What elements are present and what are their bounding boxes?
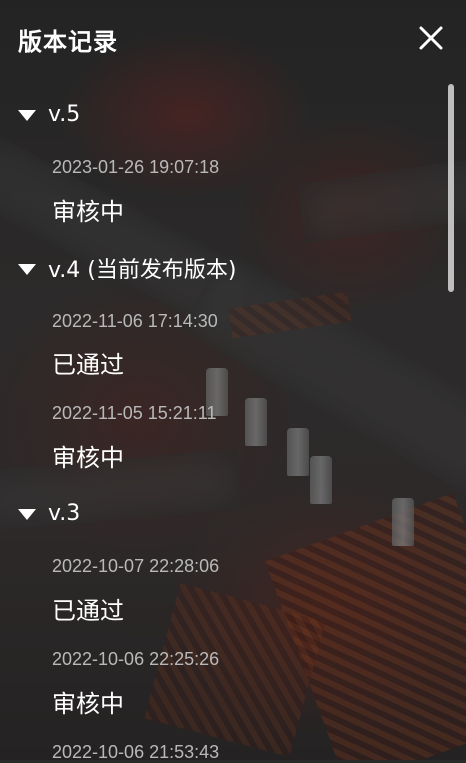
record-status: 已通过 <box>52 351 124 379</box>
caret-down-icon <box>18 109 36 121</box>
caret-down-icon <box>18 263 36 275</box>
scrollbar-thumb[interactable] <box>448 84 454 292</box>
version-history-panel: 版本记录 v.5 2023-01-26 19:07:18 审核中 v.4 (当前… <box>0 0 466 762</box>
version-label: v.3 <box>48 500 81 526</box>
version-label: v.4 (当前发布版本) <box>48 258 237 283</box>
version-toggle-v3[interactable]: v.3 <box>18 497 80 529</box>
version-list: v.5 2023-01-26 19:07:18 审核中 v.4 (当前发布版本)… <box>0 0 440 762</box>
version-toggle-v4[interactable]: v.4 (当前发布版本) <box>18 252 236 284</box>
record-status: 已通过 <box>52 597 124 625</box>
record-status: 审核中 <box>52 198 124 226</box>
record-status: 审核中 <box>52 444 124 472</box>
record-timestamp: 2022-11-06 17:14:30 <box>52 311 218 331</box>
record-timestamp: 2023-01-26 19:07:18 <box>52 157 220 177</box>
version-label: v.5 <box>48 101 81 127</box>
version-toggle-v5[interactable]: v.5 <box>18 98 80 130</box>
record-timestamp: 2022-10-06 22:25:26 <box>52 649 220 669</box>
caret-down-icon <box>18 508 36 520</box>
record-timestamp: 2022-10-07 22:28:06 <box>52 556 220 576</box>
record-status: 审核中 <box>52 690 124 718</box>
record-timestamp: 2022-11-05 15:21:11 <box>52 403 217 423</box>
